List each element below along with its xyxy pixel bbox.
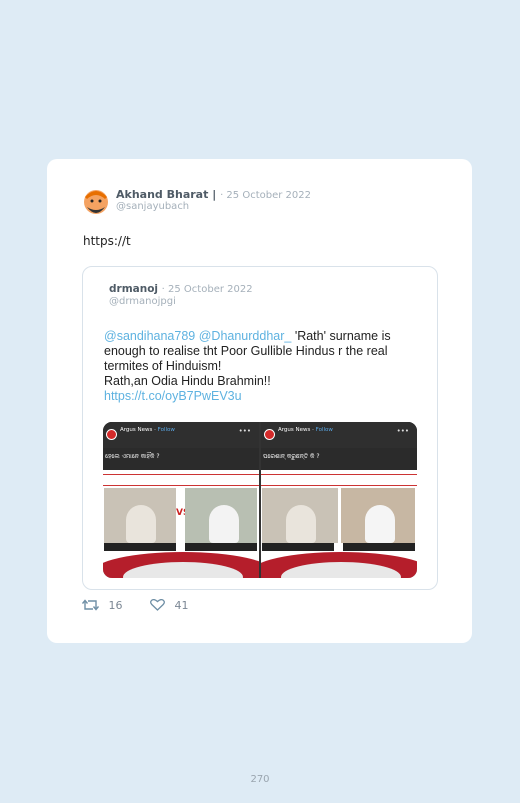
quoted-media[interactable]: Argus News · Follow ••• ହେଲେ ଏମାନେ କାହିଁ…	[103, 422, 417, 578]
video-frame-left	[262, 488, 338, 543]
media-header: Argus News · Follow •••	[103, 422, 259, 448]
like-count: 41	[174, 599, 189, 612]
quoted-author[interactable]: drmanoj · 25 October 2022	[109, 283, 253, 295]
tweet-text: https://t	[83, 234, 131, 248]
tweet-card: Akhand Bharat | · 25 October 2022 @sanja…	[47, 159, 472, 643]
name-bar	[343, 543, 415, 551]
author-handle[interactable]: @sanjayubach	[116, 201, 189, 212]
person-figure	[209, 505, 239, 543]
video-frame-right	[185, 488, 257, 543]
more-options-icon: •••	[238, 427, 251, 435]
news-ticker	[261, 474, 417, 486]
quoted-text: @sandihana789 @Dhanurddhar_ 'Rath' surna…	[104, 329, 424, 404]
quoted-date: · 25 October 2022	[161, 284, 253, 295]
person-figure	[126, 505, 156, 543]
tweet-link[interactable]: https://t.co/oyB7PwEV3u	[104, 389, 242, 403]
quoted-tweet[interactable]: drmanoj · 25 October 2022 @drmanojpgi @s…	[82, 266, 438, 590]
author-name[interactable]: Akhand Bharat | · 25 October 2022	[116, 188, 311, 201]
heart-icon	[150, 598, 165, 611]
channel-logo-icon	[106, 429, 117, 440]
avatar[interactable]	[81, 185, 111, 217]
person-figure	[365, 505, 395, 543]
retweet-icon	[81, 599, 100, 611]
media-source-name: Argus News	[120, 427, 153, 433]
media-header: Argus News · Follow •••	[261, 422, 417, 448]
mention-link[interactable]: @sandihana789	[104, 329, 195, 343]
tv-frame	[261, 470, 417, 578]
name-bar	[104, 543, 176, 551]
media-follow: Follow	[157, 427, 175, 433]
quoted-text-line2: Rath,an Odia Hindu Brahmin!!	[104, 374, 271, 388]
news-ticker	[103, 474, 259, 486]
name-bar	[262, 543, 334, 551]
like-button[interactable]: 41	[150, 598, 189, 612]
media-panel: Argus News · Follow ••• ହେଲେ ଏମାନେ କାହିଁ…	[103, 422, 259, 578]
retweet-count: 16	[108, 599, 123, 612]
media-panel: Argus News · Follow ••• ପରେଶାନ୍ କରୁଛନ୍ତି…	[261, 422, 417, 578]
media-caption: ହେଲେ ଏମାନେ କାହିଁକି ?	[105, 453, 160, 460]
retweet-button[interactable]: 16	[81, 599, 123, 612]
media-source: Argus News · Follow	[278, 427, 333, 433]
channel-logo-icon	[264, 429, 275, 440]
media-source: Argus News · Follow	[120, 427, 175, 433]
video-frame-left	[104, 488, 176, 543]
video-frame-right	[341, 488, 415, 543]
media-caption: ପରେଶାନ୍ କରୁଛନ୍ତି କି ?	[263, 453, 320, 460]
name-bar	[185, 543, 257, 551]
page-number: 270	[250, 774, 270, 785]
mention-link[interactable]: @Dhanurddhar_	[199, 329, 292, 343]
tweet-date: · 25 October 2022	[220, 190, 311, 201]
quoted-handle[interactable]: @drmanojpgi	[109, 296, 176, 307]
author-name-text[interactable]: Akhand Bharat |	[116, 188, 216, 201]
quoted-author-name[interactable]: drmanoj	[109, 283, 158, 295]
person-figure	[286, 505, 316, 543]
tv-frame: VS	[103, 470, 259, 578]
more-options-icon: •••	[396, 427, 409, 435]
media-follow: Follow	[315, 427, 333, 433]
media-source-name: Argus News	[278, 427, 311, 433]
